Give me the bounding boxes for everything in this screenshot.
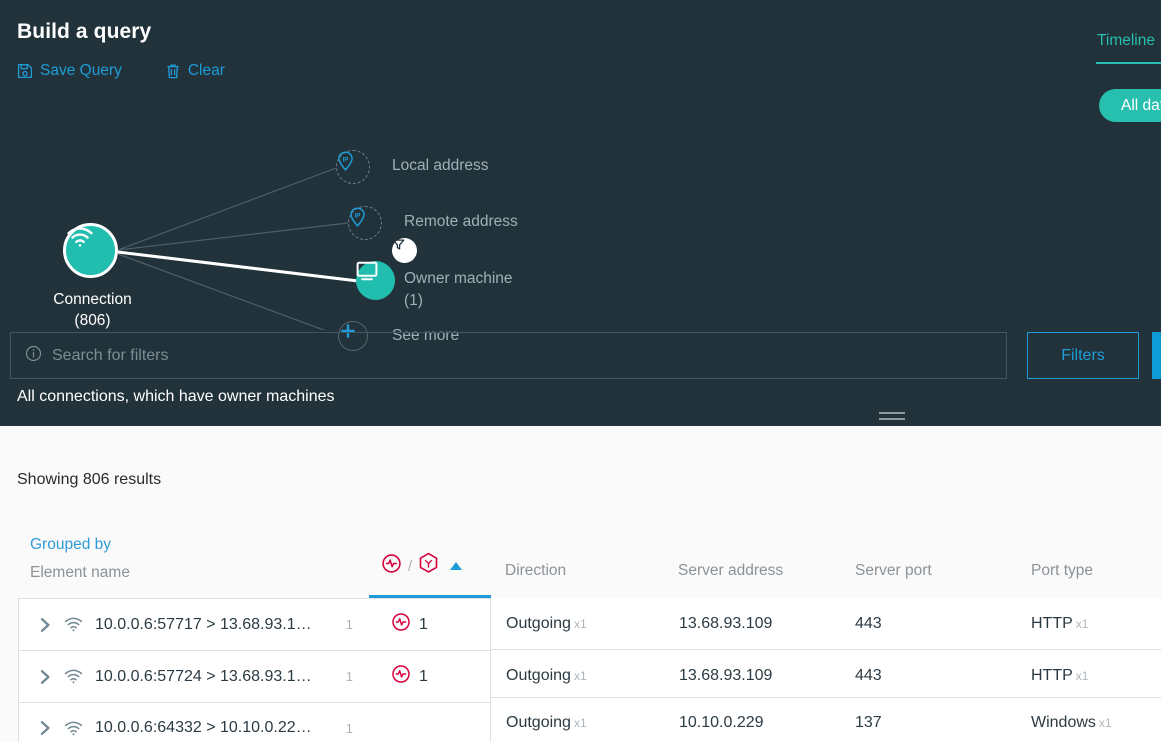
cell-port-type: HTTP x1 [1031, 614, 1089, 632]
table-row[interactable]: 10.0.0.6:57717 > 13.68.93.1… 1 [18, 598, 370, 650]
port-type-multiplier: x1 [1075, 668, 1089, 683]
owner-machine-filter-badge[interactable] [392, 238, 417, 263]
cell-server-address: 10.10.0.229 [679, 714, 764, 731]
cell-server-address: 13.68.93.109 [679, 614, 773, 632]
alert-activity-icon [391, 612, 411, 637]
svg-text:IP: IP [343, 156, 349, 163]
table-row-alerts[interactable]: 1 [369, 598, 491, 650]
graph-label-owner-machine: Owner machine (1) [404, 268, 544, 312]
resize-line [879, 418, 905, 420]
row-element-name: 10.0.0.6:57717 > 13.68.93.1… [95, 615, 312, 633]
grouped-by-label[interactable]: Grouped by [30, 536, 111, 554]
cell-port-type: HTTP x1 [1031, 666, 1089, 684]
column-header-server-address[interactable]: Server address [678, 562, 783, 580]
cell-direction: Outgoing x1 [506, 714, 587, 731]
table-row-details[interactable]: Outgoing x1 13.68.93.109 443 HTTP x1 [490, 598, 1161, 650]
direction-multiplier: x1 [573, 668, 587, 683]
connection-label: Connection [53, 291, 132, 308]
cell-port-type: Windows x1 [1031, 714, 1112, 731]
table-row-details[interactable]: Outgoing x1 10.10.0.229 137 Windows x1 [490, 697, 1161, 742]
apply-button[interactable]: Apply [1152, 332, 1161, 379]
alert-activity-icon [391, 664, 411, 689]
search-input[interactable]: Search for filters [52, 347, 168, 365]
query-graph: Connection (806) IP Local address IP Rem… [0, 70, 700, 351]
cell-direction: Outgoing x1 [506, 666, 587, 684]
table-row-details[interactable]: Outgoing x1 13.68.93.109 443 HTTP x1 [490, 650, 1161, 702]
sort-asc-caret[interactable] [450, 562, 463, 570]
alerts-threats-sort-header[interactable]: / [381, 552, 463, 580]
column-header-direction[interactable]: Direction [505, 562, 566, 580]
column-header-server-port[interactable]: Server port [855, 562, 932, 580]
cell-server-port: 443 [855, 614, 882, 632]
wifi-icon [64, 669, 83, 684]
row-element-count: 1 [345, 720, 353, 736]
panel-resize-handle[interactable] [879, 412, 905, 424]
port-type-multiplier: x1 [1075, 616, 1089, 631]
wifi-icon [64, 617, 83, 632]
expand-chevron-icon[interactable] [39, 720, 52, 736]
wifi-icon [64, 721, 83, 736]
tab-timeline[interactable]: Timeline [1097, 32, 1155, 50]
direction-multiplier: x1 [573, 616, 587, 631]
alert-count-value: 1 [419, 667, 428, 685]
column-header-port-type[interactable]: Port type [1031, 562, 1093, 580]
tab-timeline-indicator [1096, 62, 1161, 64]
grouped-by-value: Element name [30, 564, 130, 581]
cell-server-port: 443 [855, 666, 882, 684]
connection-count: (806) [74, 312, 111, 329]
graph-label-local-address: Local address [392, 157, 489, 174]
graph-node-connection[interactable] [63, 223, 118, 278]
alert-activity-icon[interactable] [381, 553, 402, 579]
query-summary-text: All connections, which have owner machin… [17, 388, 335, 405]
owner-machine-label: Owner machine [404, 270, 513, 287]
graph-label-remote-address: Remote address [404, 213, 518, 230]
row-element-name: 10.0.0.6:57724 > 13.68.93.1… [95, 667, 312, 685]
cell-server-port: 137 [855, 714, 882, 731]
graph-node-connection-label: Connection (806) [30, 289, 155, 331]
row-element-count: 1 [345, 669, 353, 684]
page-title: Build a query [17, 20, 152, 43]
all-data-pill[interactable]: All data [1099, 89, 1161, 122]
owner-machine-count: (1) [404, 292, 423, 309]
cell-direction: Outgoing x1 [506, 614, 587, 632]
sort-separator: / [408, 557, 413, 575]
graph-node-local-address[interactable]: IP [336, 150, 370, 184]
results-table-detail-columns: Outgoing x1 13.68.93.109 443 HTTP x1 Outgo… [490, 598, 1161, 742]
expand-chevron-icon[interactable] [39, 617, 52, 633]
threat-hex-icon[interactable] [418, 552, 439, 580]
table-row[interactable]: 10.0.0.6:57724 > 13.68.93.1… 1 [18, 650, 370, 702]
port-type-multiplier: x1 [1098, 716, 1112, 730]
results-table-alerts-column: 1 1 [369, 598, 491, 742]
results-table-element-name-column: 10.0.0.6:57717 > 13.68.93.1… 1 10.0.0.6:… [18, 598, 370, 742]
expand-chevron-icon[interactable] [39, 669, 52, 685]
row-element-name: 10.0.0.6:64332 > 10.10.0.22… [95, 719, 312, 736]
graph-node-remote-address[interactable]: IP [348, 206, 382, 240]
direction-multiplier: x1 [573, 716, 587, 730]
filter-search-box[interactable]: Search for filters [10, 332, 1007, 379]
table-row[interactable]: 10.0.0.6:64332 > 10.10.0.22… 1 [18, 702, 370, 742]
results-count: Showing 806 results [17, 471, 162, 488]
svg-text:IP: IP [355, 212, 361, 219]
query-builder-panel: Build a query Save Query Clear Timeline … [0, 0, 1161, 426]
alert-count-cell: 1 [391, 612, 428, 637]
row-element-count: 1 [345, 617, 353, 632]
table-row-alerts[interactable] [369, 702, 491, 742]
resize-line [879, 412, 905, 414]
table-row-alerts[interactable]: 1 [369, 650, 491, 702]
graph-node-owner-machine[interactable] [356, 261, 395, 300]
alert-count-cell: 1 [391, 664, 428, 689]
app-root: Build a query Save Query Clear Timeline … [0, 0, 1161, 742]
alert-count-value: 1 [419, 615, 428, 633]
info-icon [25, 345, 42, 367]
filters-button[interactable]: Filters [1027, 332, 1139, 379]
cell-server-address: 13.68.93.109 [679, 666, 773, 684]
